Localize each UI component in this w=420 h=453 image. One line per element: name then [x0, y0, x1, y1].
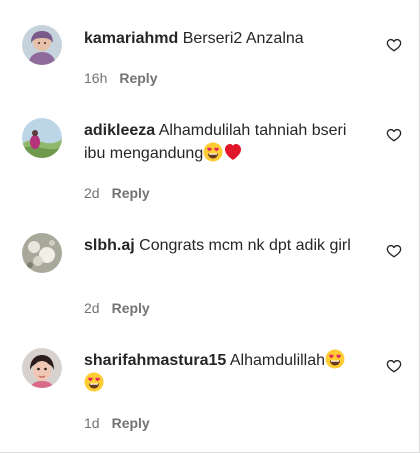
heart-outline-icon[interactable] [386, 37, 402, 53]
comment-text: sharifahmastura15 Alhamdulillah [84, 349, 354, 395]
comment-body: Berseri2 Anzalna [182, 30, 304, 47]
comment-username[interactable]: adikleeza [84, 122, 155, 139]
comment-item: sharifahmastura15 Alhamdulillah 1d Reply [0, 340, 419, 452]
heart-outline-icon[interactable] [386, 243, 402, 259]
comment-text: slbh.aj Congrats mcm nk dpt adik girl [84, 234, 354, 257]
comment-username[interactable]: kamariahmd [84, 30, 178, 47]
avatar[interactable] [22, 233, 62, 273]
comment-meta: 16h Reply [84, 70, 157, 86]
reply-button[interactable]: Reply [112, 415, 150, 431]
heart-eyes-emoji [84, 372, 104, 392]
comment-username[interactable]: sharifahmastura15 [84, 352, 226, 369]
heart-outline-icon[interactable] [386, 127, 402, 143]
comment-meta: 2d Reply [84, 185, 150, 201]
comment-meta: 2d Reply [84, 300, 150, 316]
comment-item: slbh.aj Congrats mcm nk dpt adik girl 2d… [0, 225, 419, 340]
comment-time: 1d [84, 415, 100, 431]
heart-eyes-emoji [325, 349, 345, 369]
red-heart-emoji [223, 142, 243, 162]
comment-time: 16h [84, 70, 108, 86]
comment-time: 2d [84, 185, 100, 201]
avatar[interactable] [22, 118, 62, 158]
heart-outline-icon[interactable] [386, 358, 402, 374]
reply-button[interactable]: Reply [119, 70, 157, 86]
comment-item: adikleeza Alhamdulilah tahniah bseri ibu… [0, 110, 419, 225]
comment-username[interactable]: slbh.aj [84, 237, 135, 254]
reply-button[interactable]: Reply [112, 185, 150, 201]
heart-eyes-emoji [203, 142, 223, 162]
reply-button[interactable]: Reply [112, 300, 150, 316]
comment-time: 2d [84, 300, 100, 316]
comment-text: kamariahmd Berseri2 Anzalna [84, 27, 354, 50]
comment-item: kamariahmd Berseri2 Anzalna 16h Reply [0, 0, 419, 110]
avatar[interactable] [22, 25, 62, 65]
comment-body: Alhamdulillah [229, 352, 326, 369]
comment-body: Congrats mcm nk dpt adik girl [139, 237, 351, 254]
comment-meta: 1d Reply [84, 415, 150, 431]
avatar[interactable] [22, 348, 62, 388]
comment-text: adikleeza Alhamdulilah tahniah bseri ibu… [84, 119, 354, 165]
